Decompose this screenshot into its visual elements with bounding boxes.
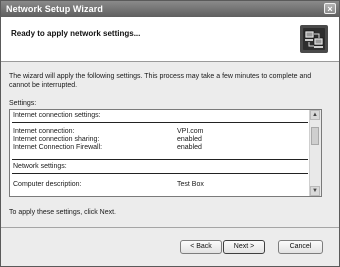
scroll-thumb[interactable] [311, 127, 319, 145]
setting-value: enabled [177, 136, 202, 143]
back-button[interactable]: < Back [180, 240, 222, 254]
setting-value: VPI.com [177, 128, 204, 135]
setting-key: Internet connection: [13, 128, 75, 135]
network-wizard-icon [300, 25, 328, 53]
setting-key: Internet Connection Firewall: [13, 144, 103, 151]
title-bar[interactable]: Network Setup Wizard × [1, 1, 339, 17]
setting-value: enabled [177, 144, 202, 151]
setting-key: Internet connection sharing: [13, 136, 100, 143]
cancel-button[interactable]: Cancel [278, 240, 323, 254]
wizard-header: Ready to apply network settings... [1, 17, 339, 62]
section-divider [12, 173, 308, 174]
internet-settings-title: Internet connection settings: [13, 112, 101, 119]
wizard-window: Network Setup Wizard × Ready to apply ne… [0, 0, 340, 267]
window-title: Network Setup Wizard [6, 4, 103, 14]
scroll-down-button[interactable]: ▼ [310, 186, 320, 196]
settings-scrollbar[interactable]: ▲ ▼ [309, 110, 321, 196]
apply-instructions: To apply these settings, click Next. [9, 209, 116, 216]
setting-key: Computer description: [13, 181, 82, 188]
section-divider [12, 159, 308, 160]
settings-list[interactable]: Internet connection settings: Internet c… [9, 109, 322, 197]
setting-value: Test Box [177, 181, 204, 188]
page-heading: Ready to apply network settings... [11, 29, 141, 38]
settings-label: Settings: [9, 100, 37, 107]
network-settings-title: Network settings: [13, 163, 67, 170]
scroll-up-button[interactable]: ▲ [310, 110, 320, 120]
button-bar: < Back Next > Cancel [1, 227, 339, 267]
close-button[interactable]: × [324, 3, 336, 14]
section-divider [12, 122, 308, 123]
wizard-content: The wizard will apply the following sett… [1, 62, 339, 228]
intro-text: The wizard will apply the following sett… [9, 73, 312, 89]
next-button[interactable]: Next > [223, 240, 265, 254]
